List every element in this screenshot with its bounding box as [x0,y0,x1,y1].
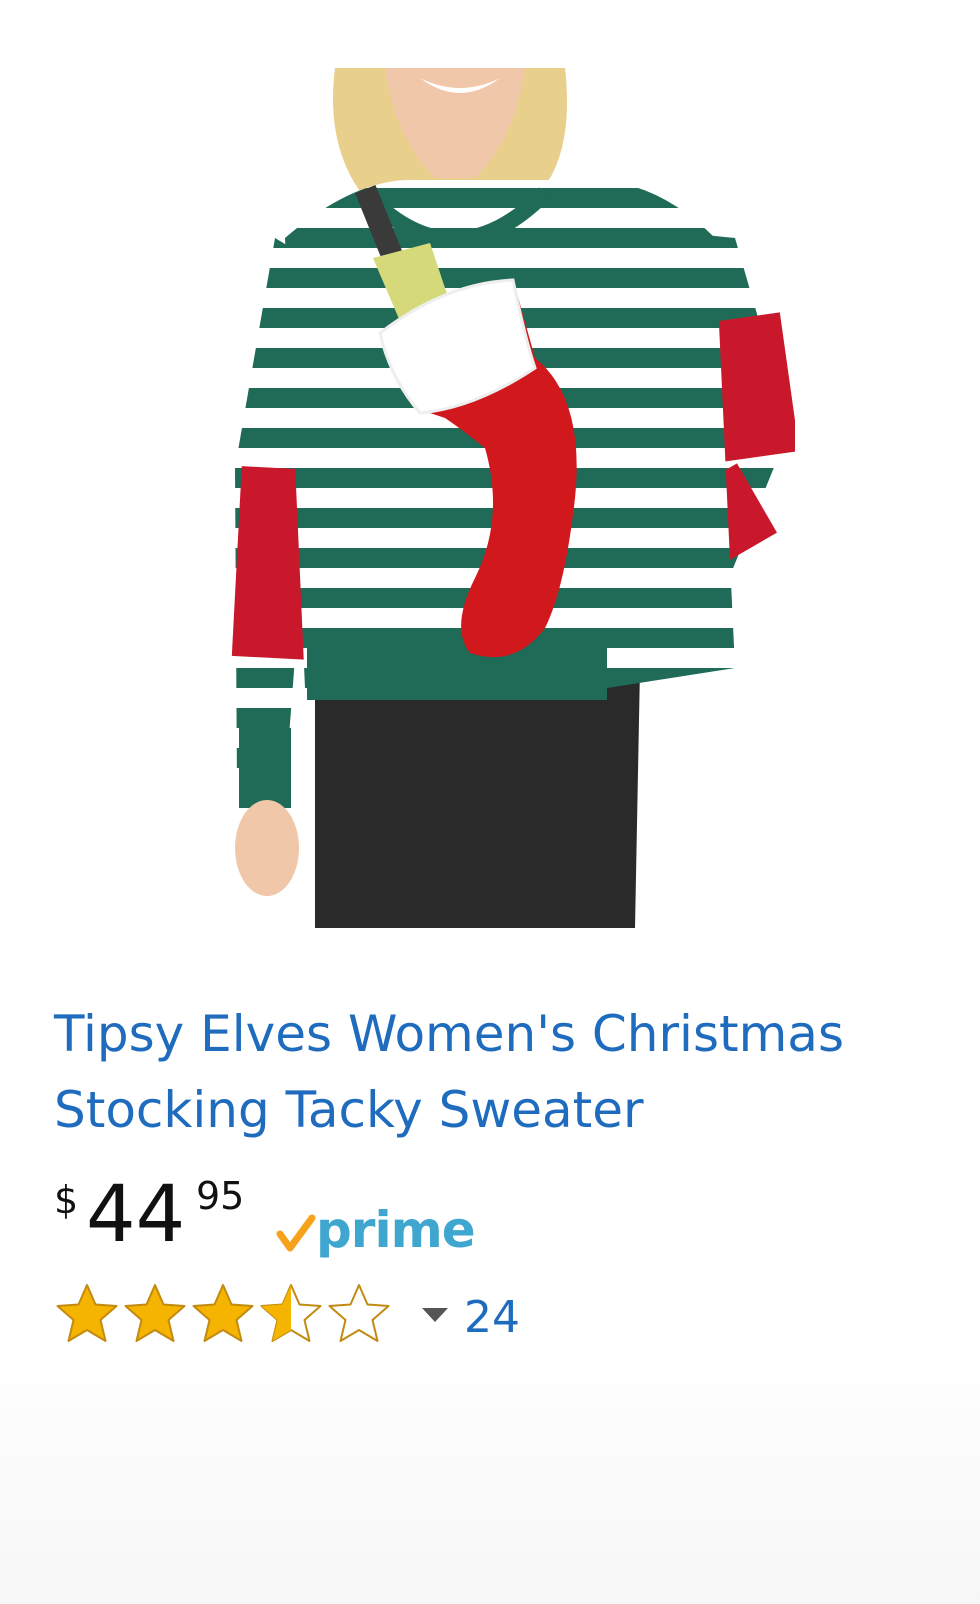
star-rating[interactable] [54,1282,392,1348]
prime-check-icon [276,1214,316,1252]
price-currency-symbol: $ [54,1178,79,1222]
prime-label: prime [316,1201,476,1259]
product-image[interactable] [215,68,795,928]
product-title-link[interactable]: Tipsy Elves Women's Christmas Stocking T… [54,996,969,1148]
review-count-link[interactable]: 24 [464,1292,520,1343]
star-icon [56,1284,118,1342]
star-icon [260,1284,322,1342]
price-whole: 44 [86,1170,186,1260]
price-fraction: 95 [196,1174,245,1218]
star-icon [124,1284,186,1342]
star-icon [192,1284,254,1342]
chevron-down-icon[interactable] [420,1306,450,1324]
star-icon [328,1284,390,1342]
